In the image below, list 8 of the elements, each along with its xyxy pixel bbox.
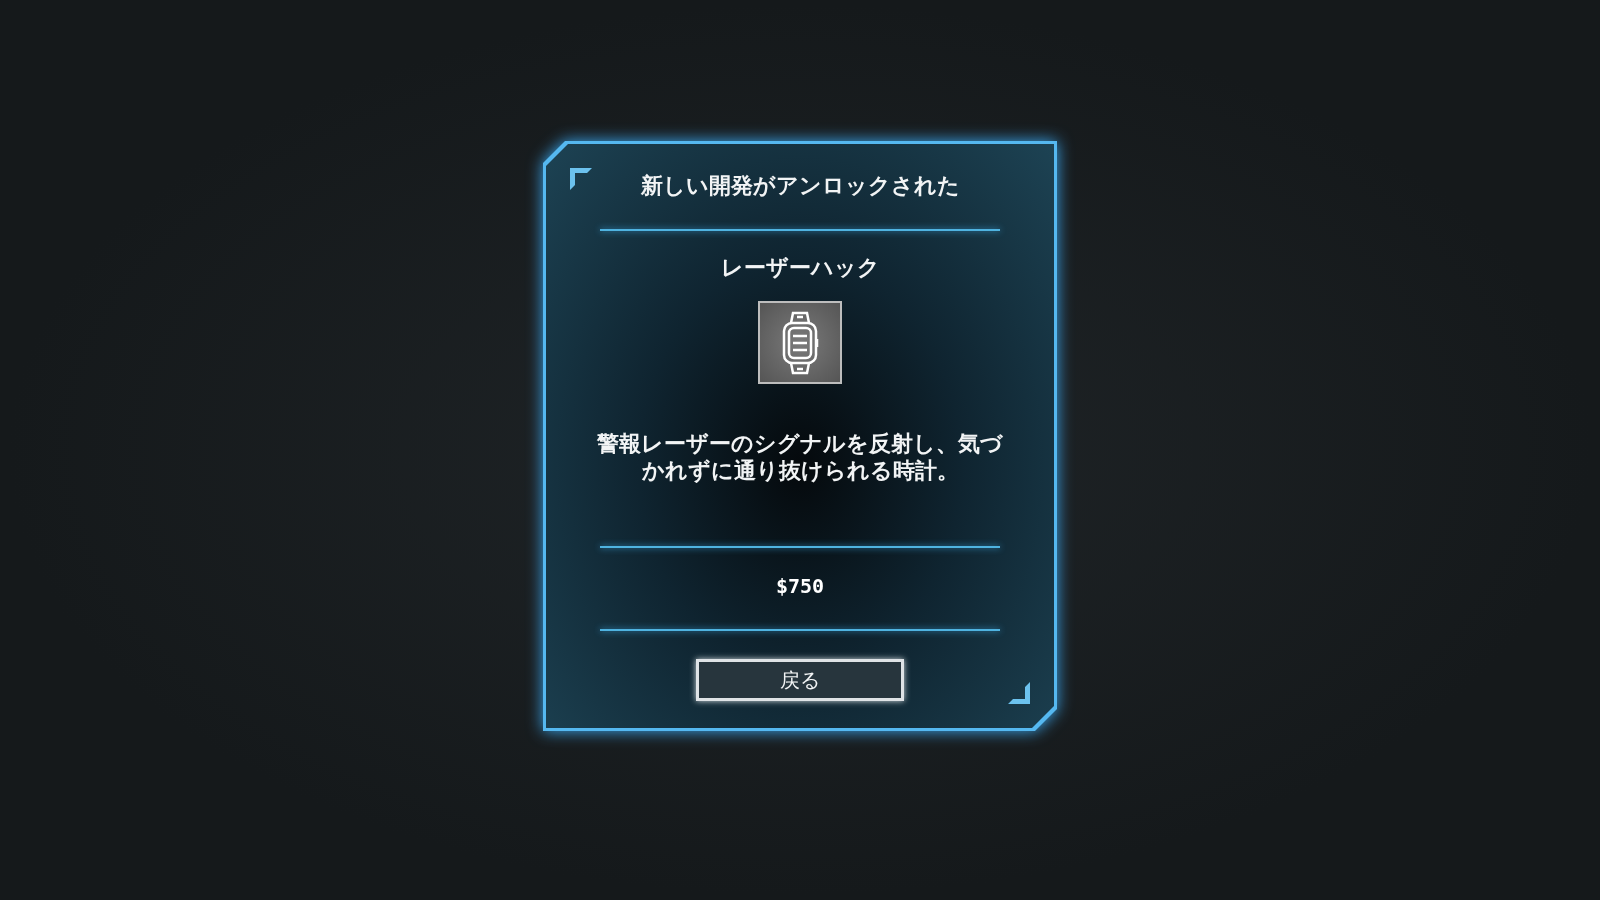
back-button[interactable]: 戻る (696, 659, 904, 701)
corner-bracket-icon (1008, 682, 1030, 704)
dialog-title: 新しい開発がアンロックされた (639, 172, 961, 200)
item-name: レーザーハック (719, 254, 881, 282)
corner-bracket-icon (570, 168, 592, 190)
item-price: $750 (774, 574, 826, 598)
watch-icon (780, 310, 820, 375)
item-description: 警報レーザーのシグナルを反射し、気づかれずに通り抜けられる時計。 (596, 430, 1004, 484)
